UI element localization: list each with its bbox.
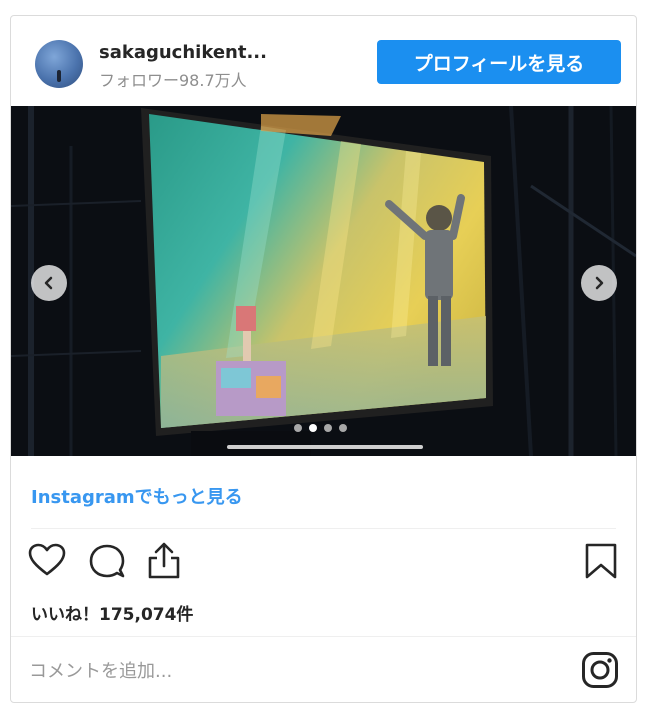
- post-actions: [11, 541, 636, 591]
- chevron-left-icon: [44, 276, 53, 290]
- instagram-logo-button[interactable]: [581, 651, 619, 689]
- chevron-right-icon: [595, 276, 604, 290]
- carousel-dot: [339, 424, 347, 432]
- carousel-dot: [294, 424, 302, 432]
- view-profile-button[interactable]: プロフィールを見る: [377, 40, 621, 84]
- username[interactable]: sakaguchikent...: [99, 42, 267, 63]
- like-button[interactable]: [27, 541, 67, 585]
- divider: [11, 636, 636, 637]
- bookmark-button[interactable]: [581, 541, 621, 585]
- view-more-on-instagram-link[interactable]: Instagramでもっと見る: [31, 483, 243, 509]
- comment-button[interactable]: [87, 541, 127, 585]
- like-count: いいね！175,074件: [31, 605, 194, 625]
- post-header: sakaguchikent... フォロワー98.7万人 プロフィールを見る: [11, 16, 636, 106]
- carousel-dot: [324, 424, 332, 432]
- carousel-scrollbar[interactable]: [227, 445, 423, 449]
- follower-count: フォロワー98.7万人: [99, 71, 247, 90]
- bookmark-icon: [585, 543, 617, 579]
- carousel-prev-button[interactable]: [31, 265, 67, 301]
- share-icon: [148, 542, 180, 579]
- comment-icon: [89, 544, 125, 578]
- carousel-next-button[interactable]: [581, 265, 617, 301]
- instagram-icon: [582, 652, 618, 688]
- post-photo: [11, 106, 636, 456]
- divider: [31, 528, 616, 529]
- heart-icon: [28, 543, 66, 576]
- instagram-embed-card: sakaguchikent... フォロワー98.7万人 プロフィールを見る I…: [10, 15, 637, 703]
- comment-input[interactable]: [27, 650, 551, 692]
- avatar-figure: [57, 70, 61, 82]
- avatar[interactable]: [35, 40, 83, 88]
- post-media-carousel[interactable]: [11, 106, 636, 456]
- carousel-dots: [294, 424, 347, 432]
- share-button[interactable]: [144, 541, 184, 585]
- carousel-dot-active: [309, 424, 317, 432]
